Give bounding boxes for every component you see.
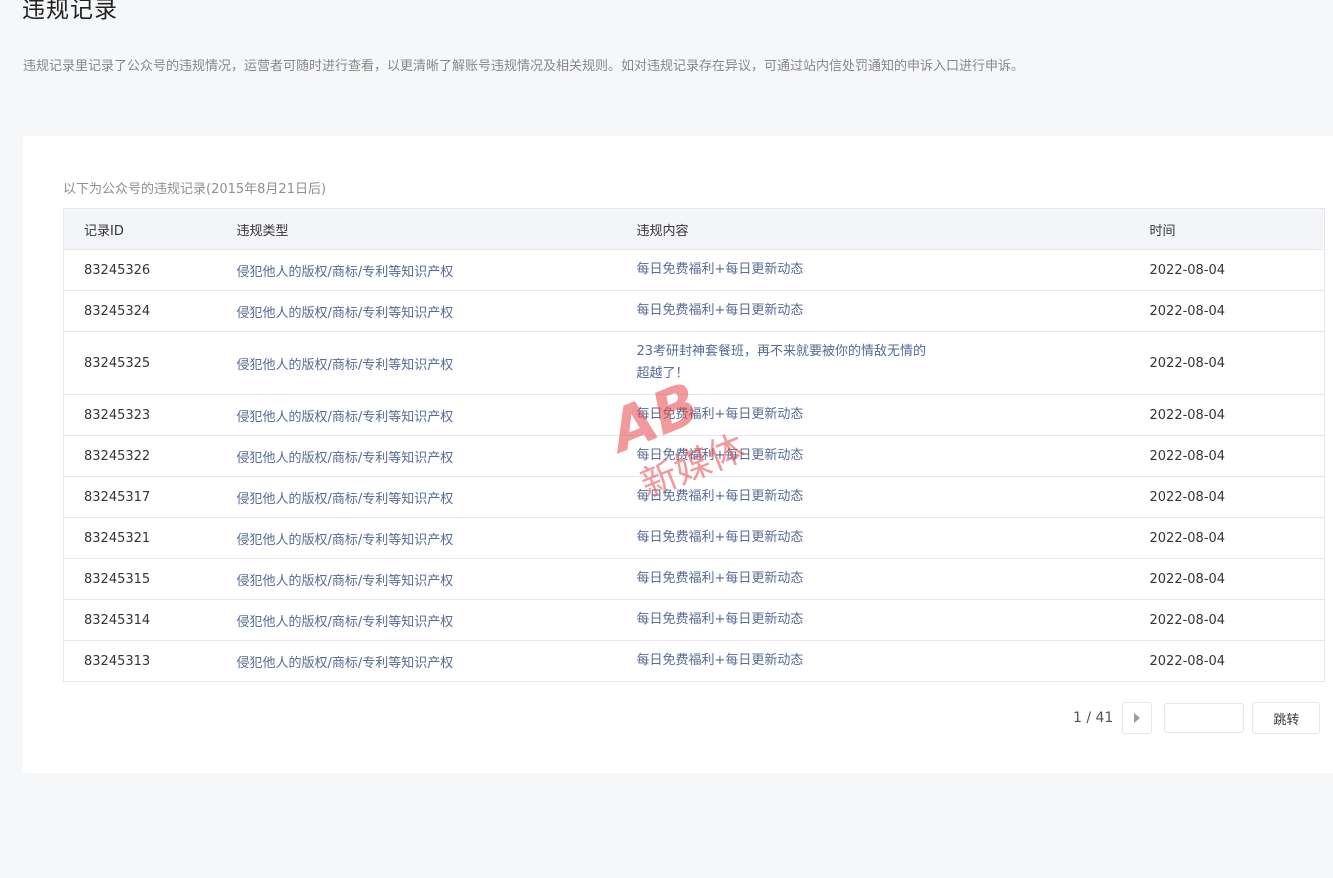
column-header-time: 时间 — [1149, 208, 1325, 250]
violation-type-link[interactable]: 侵犯他人的版权/商标/专利等知识产权 — [236, 640, 637, 682]
violation-type-link[interactable]: 侵犯他人的版权/商标/专利等知识产权 — [236, 249, 637, 291]
table-header-row: 记录ID 违规类型 违规内容 时间 — [63, 208, 1325, 250]
table-row: 83245314 侵犯他人的版权/商标/专利等知识产权 每日免费福利+每日更新动… — [63, 599, 1325, 641]
record-time: 2022-08-04 — [1149, 599, 1325, 641]
violation-content-link[interactable]: 每日免费福利+每日更新动态 — [637, 527, 937, 549]
record-time: 2022-08-04 — [1149, 290, 1325, 332]
record-id: 83245326 — [63, 249, 237, 291]
violation-records-table: 记录ID 违规类型 违规内容 时间 83245326 侵犯他人的版权/商标/专利… — [63, 208, 1325, 682]
violation-content-link[interactable]: 每日免费福利+每日更新动态 — [637, 650, 937, 672]
record-time: 2022-08-04 — [1149, 435, 1325, 477]
violation-content-link[interactable]: 每日免费福利+每日更新动态 — [637, 609, 937, 631]
record-time: 2022-08-04 — [1149, 517, 1325, 559]
table-row: 83245322 侵犯他人的版权/商标/专利等知识产权 每日免费福利+每日更新动… — [63, 435, 1325, 477]
violation-type-link[interactable]: 侵犯他人的版权/商标/专利等知识产权 — [236, 558, 637, 600]
violation-content-link[interactable]: 每日免费福利+每日更新动态 — [637, 300, 937, 322]
table-row: 83245324 侵犯他人的版权/商标/专利等知识产权 每日免费福利+每日更新动… — [63, 290, 1325, 332]
record-id: 83245325 — [63, 331, 237, 395]
record-id: 83245323 — [63, 394, 237, 436]
column-header-content: 违规内容 — [636, 208, 1150, 250]
record-time: 2022-08-04 — [1149, 249, 1325, 291]
violation-content-link[interactable]: 每日免费福利+每日更新动态 — [637, 259, 937, 281]
violation-type-link[interactable]: 侵犯他人的版权/商标/专利等知识产权 — [236, 394, 637, 436]
record-id: 83245321 — [63, 517, 237, 559]
record-id: 83245313 — [63, 640, 237, 682]
page-jump-input[interactable] — [1164, 703, 1245, 733]
record-id: 83245314 — [63, 599, 237, 641]
jump-button[interactable]: 跳转 — [1252, 702, 1321, 734]
record-id: 83245322 — [63, 435, 237, 477]
record-time: 2022-08-04 — [1149, 331, 1325, 395]
record-time: 2022-08-04 — [1149, 558, 1325, 600]
violation-content-link[interactable]: 每日免费福利+每日更新动态 — [637, 404, 937, 426]
violation-type-link[interactable]: 侵犯他人的版权/商标/专利等知识产权 — [236, 331, 637, 395]
table-row: 83245326 侵犯他人的版权/商标/专利等知识产权 每日免费福利+每日更新动… — [63, 249, 1325, 291]
record-id: 83245324 — [63, 290, 237, 332]
record-id: 83245315 — [63, 558, 237, 600]
violation-content-link[interactable]: 每日免费福利+每日更新动态 — [637, 445, 937, 467]
violation-content-link[interactable]: 每日免费福利+每日更新动态 — [637, 486, 937, 508]
column-header-type: 违规类型 — [236, 208, 637, 250]
page-description: 违规记录里记录了公众号的违规情况，运营者可随时进行查看，以更清晰了解账号违规情况… — [23, 59, 1025, 74]
triangle-right-icon — [1134, 713, 1141, 723]
page-title: 违规记录 — [22, 0, 118, 23]
table-row: 83245321 侵犯他人的版权/商标/专利等知识产权 每日免费福利+每日更新动… — [63, 517, 1325, 559]
record-id: 83245317 — [63, 476, 237, 518]
violation-type-link[interactable]: 侵犯他人的版权/商标/专利等知识产权 — [236, 290, 637, 332]
table-row: 83245325 侵犯他人的版权/商标/专利等知识产权 23考研封神套餐班，再不… — [63, 331, 1325, 395]
record-time: 2022-08-04 — [1149, 394, 1325, 436]
pagination: 1 / 41 跳转 — [1073, 702, 1321, 734]
record-time: 2022-08-04 — [1149, 640, 1325, 682]
page-indicator: 1 / 41 — [1073, 710, 1114, 726]
table-row: 83245317 侵犯他人的版权/商标/专利等知识产权 每日免费福利+每日更新动… — [63, 476, 1325, 518]
next-page-button[interactable] — [1122, 702, 1153, 734]
violation-content-link[interactable]: 23考研封神套餐班，再不来就要被你的情敌无情的超越了！ — [637, 341, 937, 385]
records-card: 以下为公众号的违规记录(2015年8月21日后) 记录ID 违规类型 违规内容 … — [23, 136, 1333, 773]
violation-type-link[interactable]: 侵犯他人的版权/商标/专利等知识产权 — [236, 599, 637, 641]
record-time: 2022-08-04 — [1149, 476, 1325, 518]
table-row: 83245323 侵犯他人的版权/商标/专利等知识产权 每日免费福利+每日更新动… — [63, 394, 1325, 436]
column-header-id: 记录ID — [63, 208, 237, 250]
violation-type-link[interactable]: 侵犯他人的版权/商标/专利等知识产权 — [236, 517, 637, 559]
violation-content-link[interactable]: 每日免费福利+每日更新动态 — [637, 568, 937, 590]
violation-type-link[interactable]: 侵犯他人的版权/商标/专利等知识产权 — [236, 435, 637, 477]
records-caption: 以下为公众号的违规记录(2015年8月21日后) — [63, 182, 327, 197]
table-row: 83245313 侵犯他人的版权/商标/专利等知识产权 每日免费福利+每日更新动… — [63, 640, 1325, 682]
table-row: 83245315 侵犯他人的版权/商标/专利等知识产权 每日免费福利+每日更新动… — [63, 558, 1325, 600]
violation-type-link[interactable]: 侵犯他人的版权/商标/专利等知识产权 — [236, 476, 637, 518]
